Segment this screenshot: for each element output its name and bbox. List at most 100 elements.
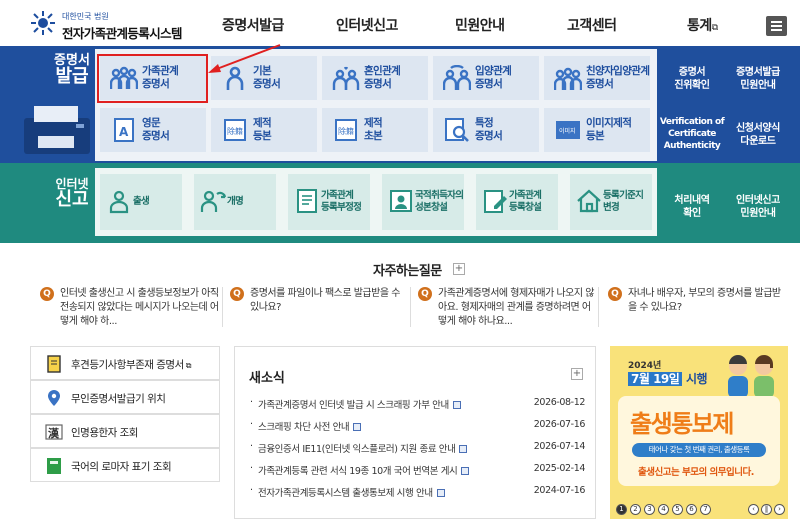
news-item-date: 2024-07-16: [533, 485, 586, 496]
english-doc-icon: A: [114, 118, 134, 142]
news-item-title-wrap: 가족관계등록 관련 서식 19종 10개 국어 번역본 게시: [258, 463, 470, 477]
family-adoption-icon: [554, 67, 582, 90]
faq-text: 증명서를 파일이나 팩스로 발급받을 수 있나요?: [250, 288, 400, 313]
baby-icon: [109, 190, 129, 214]
tile-specific-cert[interactable]: 특정 증명서: [433, 108, 539, 152]
cert-authenticity-link[interactable]: 증명서 진위확인: [664, 66, 720, 92]
highlight-box: [97, 54, 208, 103]
news-item[interactable]: · 전자가족관계등록시스템 출생통보제 시행 안내 2024-07-16: [250, 485, 585, 499]
red-arrow-icon: [208, 44, 281, 73]
certificate-title-line2: 발급: [55, 65, 89, 87]
news-item[interactable]: · 스크래핑 차단 사전 안내 2026-07-16: [250, 419, 585, 433]
tile-label: 가족관계 등록창설: [509, 190, 542, 213]
pager-pause-icon[interactable]: ‖: [761, 504, 772, 515]
news-item-title: 가족관계등록 관련 서식 19종 10개 국어 번역본 게시: [258, 466, 458, 477]
form-download-link[interactable]: 신청서양식 다운로드: [728, 122, 788, 148]
news-item-title: 전자가족관계등록시스템 출생통보제 시행 안내: [258, 488, 433, 499]
svg-text:A: A: [119, 125, 129, 139]
tile-label: 혼인관계 증명서: [364, 65, 401, 90]
attachment-icon: [436, 489, 445, 497]
nav-internet-report[interactable]: 인터넷신고: [336, 15, 398, 35]
tile-marriage-cert[interactable]: 혼인관계 증명서: [322, 56, 428, 100]
news-item-title: 금융인증서 IE11(인터넷 익스플로러) 지원 종료 안내: [258, 444, 456, 455]
nav-statistics[interactable]: 통계⧉: [687, 15, 718, 35]
report-section-title: 인터넷 신고: [52, 178, 92, 209]
tile-removed-record-copy[interactable]: 除籍 제적 등본: [211, 108, 317, 152]
cert-civil-guide-link[interactable]: 증명서발급 민원안내: [728, 66, 788, 92]
pager-page-3[interactable]: 3: [644, 504, 655, 515]
pager-page-1[interactable]: 1: [616, 504, 627, 515]
banner-headline: 출생통보제: [630, 410, 734, 438]
tile-full-adoption-cert[interactable]: 친양자입양관계 증명서: [544, 56, 650, 100]
pager-page-7[interactable]: 7: [700, 504, 711, 515]
attachment-icon: [452, 401, 461, 409]
faq-text: 가족관계증명서에 형제자매가 나오지 않아요. 형제자매의 관계를 증명하려면 …: [438, 288, 594, 327]
banner-subline: 태어나 갖는 첫 번째 권리, 출생등록: [632, 443, 766, 457]
tile-label: 국적취득자의 성본창설: [415, 190, 464, 213]
tile-label: 제적 초본: [364, 117, 383, 142]
news-item[interactable]: · 가족관계등록 관련 서식 19종 10개 국어 번역본 게시 2025-02…: [250, 463, 585, 477]
news-title: 새소식: [249, 371, 285, 386]
tile-image-removed-record[interactable]: 이미지 이미지제적 등본: [544, 108, 650, 152]
document-icon: [47, 355, 61, 373]
attachment-icon: [461, 467, 470, 475]
pager-page-2[interactable]: 2: [630, 504, 641, 515]
site-logo[interactable]: 대한민국 법원 전자가족관계등록시스템: [30, 8, 210, 41]
news-item-title: 스크래핑 차단 사전 안내: [258, 422, 350, 433]
tile-name-change[interactable]: 개명: [194, 174, 276, 230]
nav-customer-center[interactable]: 고객센터: [567, 15, 617, 35]
divider: [222, 287, 223, 327]
certificate-section-title: 증명서 발급: [52, 54, 92, 87]
bullet: ·: [250, 485, 253, 496]
tile-label: 개명: [227, 196, 244, 207]
pager-prev-icon[interactable]: ‹: [748, 504, 759, 515]
family-illustration-icon: [728, 355, 774, 398]
tile-registration-base-change[interactable]: 등록기준지 변경: [570, 174, 652, 230]
pager-next-icon[interactable]: ›: [774, 504, 785, 515]
tile-removed-record-abstract[interactable]: 除籍 제적 초본: [322, 108, 428, 152]
pager-page-6[interactable]: 6: [686, 504, 697, 515]
tile-register-creation[interactable]: 가족관계 등록창설: [476, 174, 558, 230]
banner-date: 7월 19일 시행: [628, 370, 708, 387]
report-civil-guide-link[interactable]: 인터넷신고 민원안내: [728, 194, 788, 220]
tile-birth-report[interactable]: 출생: [100, 174, 182, 230]
quick-link-text: 무인증명서발급기 위치: [71, 393, 166, 405]
quick-link-guardianship-cert[interactable]: 후견등기사항부존재 증명서 ⧉: [30, 346, 220, 380]
news-item[interactable]: · 가족관계증명서 인터넷 발급 시 스크래핑 가부 안내 2026-08-12: [250, 397, 585, 411]
svg-text:除籍: 除籍: [338, 126, 354, 136]
attachment-icon: [459, 445, 468, 453]
printer-illustration-icon: [24, 106, 90, 154]
question-badge-icon: Q: [418, 287, 432, 301]
tile-naturalized-surname[interactable]: 국적취득자의 성본창설: [382, 174, 464, 230]
quick-link-text: 인명용한자 조회: [71, 427, 138, 439]
news-item[interactable]: · 금융인증서 IE11(인터넷 익스플로러) 지원 종료 안내 2026-07…: [250, 441, 585, 455]
nav-certificate[interactable]: 증명서발급: [222, 15, 284, 35]
pager-page-4[interactable]: 4: [658, 504, 669, 515]
faq-text: 인터넷 출생신고 시 출생등보정보가 아직 전송되지 않았다는 메시지가 나오는…: [60, 288, 219, 327]
news-item-title: 가족관계증명서 인터넷 발급 시 스크래핑 가부 안내: [258, 400, 449, 411]
quick-link-hanja-search[interactable]: 漢 인명용한자 조회: [30, 414, 220, 448]
rename-icon: [200, 190, 226, 212]
question-badge-icon: Q: [608, 287, 622, 301]
banner-date-rest: 시행: [686, 372, 708, 386]
quick-link-romanization[interactable]: 국어의 로마자 표기 조회: [30, 448, 220, 482]
pager-page-5[interactable]: 5: [672, 504, 683, 515]
report-status-link[interactable]: 처리내역 확인: [664, 194, 720, 220]
verification-english-link[interactable]: Verification of Certificate Authenticity: [656, 116, 728, 152]
tile-english-cert[interactable]: A 영문 증명서: [100, 108, 206, 152]
birth-notification-banner[interactable]: 2024년 7월 19일 시행 출생통보제 태어나 갖는 첫 번째 권리, 출생…: [610, 346, 788, 519]
quick-link-kiosk-location[interactable]: 무인증명서발급기 위치: [30, 380, 220, 414]
correction-doc-icon: [297, 189, 317, 213]
news-item-title-wrap: 가족관계증명서 인터넷 발급 시 스크래핑 가부 안내: [258, 397, 461, 411]
news-item-title-wrap: 금융인증서 IE11(인터넷 익스플로러) 지원 종료 안내: [258, 441, 468, 455]
nav-civil-guide[interactable]: 민원안내: [455, 15, 505, 35]
bullet: ·: [250, 419, 253, 430]
tile-adoption-cert[interactable]: 입양관계 증명서: [433, 56, 539, 100]
news-more-button[interactable]: +: [571, 368, 583, 380]
quick-link-text: 국어의 로마자 표기 조회: [71, 461, 172, 473]
tile-register-correction[interactable]: 가족관계 등록부정정: [288, 174, 370, 230]
hamburger-menu-button[interactable]: [766, 16, 787, 36]
faq-more-button[interactable]: +: [453, 263, 465, 275]
news-item-date: 2026-07-14: [533, 441, 586, 452]
tile-label: 출생: [133, 196, 150, 207]
